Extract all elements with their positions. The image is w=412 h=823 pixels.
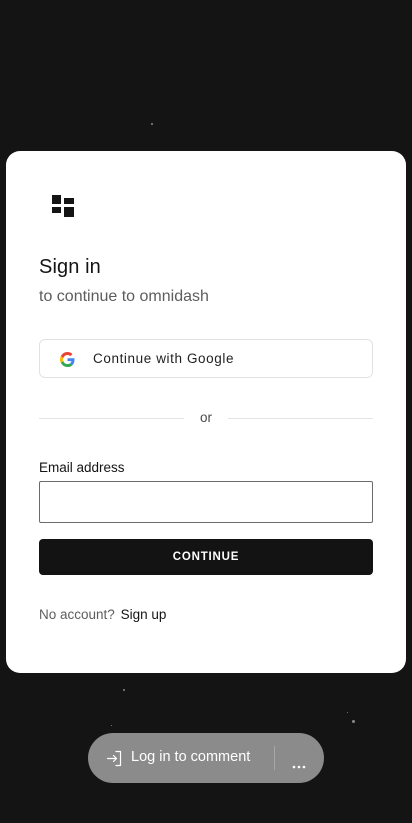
background-star — [151, 123, 153, 125]
log-in-to-comment-button[interactable]: Log in to comment — [131, 749, 250, 765]
login-icon — [106, 750, 123, 767]
signup-prompt-text: No account? — [39, 607, 115, 622]
background-star — [111, 725, 112, 726]
email-field[interactable] — [39, 481, 373, 523]
comment-toolbar: Log in to comment — [88, 733, 324, 783]
signup-prompt: No account? Sign up — [39, 607, 166, 622]
email-label: Email address — [39, 460, 125, 475]
dashboard-logo-icon — [52, 195, 74, 217]
more-horizontal-icon[interactable] — [292, 756, 306, 769]
background-star — [352, 720, 355, 723]
background-star — [347, 712, 348, 713]
background-star — [123, 689, 125, 691]
page-title: Sign in — [39, 256, 101, 278]
sign-up-link[interactable]: Sign up — [121, 607, 167, 622]
toolbar-divider — [274, 746, 275, 770]
sign-in-card: Sign in to continue to omnidash Continue… — [6, 151, 406, 673]
continue-button[interactable]: CONTINUE — [39, 539, 373, 575]
divider-line — [228, 418, 373, 419]
google-icon — [60, 352, 75, 367]
divider-text: or — [199, 410, 212, 425]
divider-line — [39, 418, 184, 419]
continue-with-google-button[interactable]: Continue with Google — [39, 339, 373, 378]
page-subtitle: to continue to omnidash — [39, 288, 209, 305]
google-button-label: Continue with Google — [93, 351, 235, 366]
